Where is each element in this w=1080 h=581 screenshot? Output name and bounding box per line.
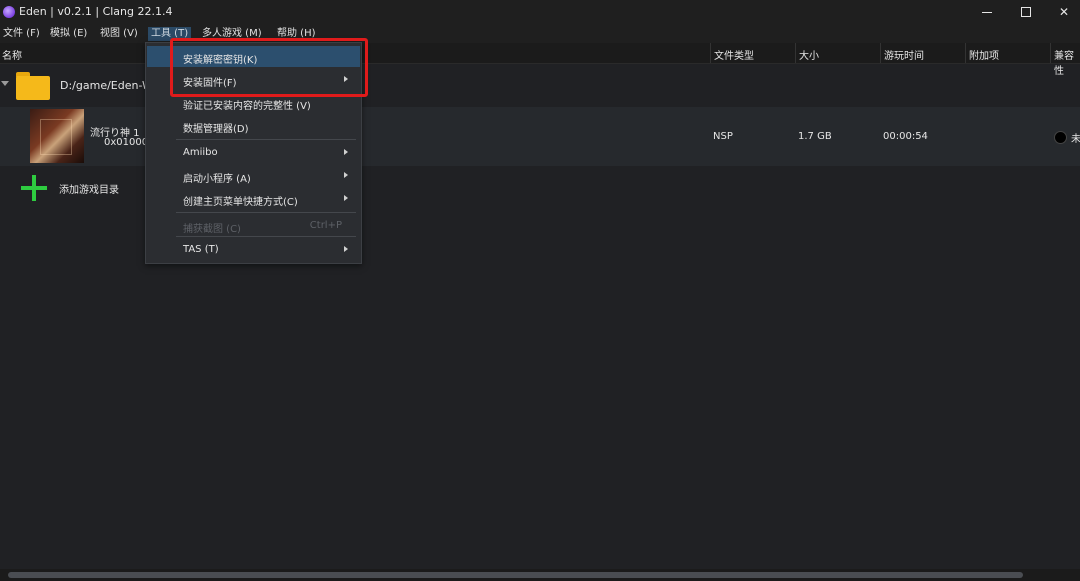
menu-item-label: 数据管理器(D) xyxy=(183,124,249,135)
menu-separator xyxy=(176,236,356,237)
menu-item-label: Amiibo xyxy=(183,147,218,158)
close-button[interactable]: ✕ xyxy=(1046,0,1080,24)
submenu-arrow-icon xyxy=(344,149,348,155)
close-icon: ✕ xyxy=(1058,5,1070,19)
menu-view[interactable]: 视图 (V) xyxy=(97,27,141,41)
column-play-time[interactable]: 游玩时间 xyxy=(884,47,924,62)
expand-arrow-icon[interactable] xyxy=(1,81,9,86)
menu-emulation[interactable]: 模拟 (E) xyxy=(47,27,90,41)
title-bar: Eden | v0.2.1 | Clang 22.1.4 ✕ xyxy=(0,0,1080,24)
column-divider[interactable] xyxy=(880,43,881,63)
add-game-directory[interactable]: 添加游戏目录 xyxy=(59,181,119,196)
column-name[interactable]: 名称 xyxy=(2,47,22,62)
column-divider[interactable] xyxy=(710,43,711,63)
column-file-type[interactable]: 文件类型 xyxy=(714,47,754,62)
column-addons[interactable]: 附加项 xyxy=(969,47,999,62)
submenu-arrow-icon xyxy=(344,172,348,178)
folder-icon xyxy=(16,72,50,100)
menu-tas[interactable]: TAS (T) xyxy=(147,239,360,260)
menu-capture-screenshot: 捕获截图 (C) Ctrl+P xyxy=(147,215,360,236)
column-divider[interactable] xyxy=(795,43,796,63)
menu-data-manager[interactable]: 数据管理器(D) xyxy=(147,115,360,136)
menu-item-label: TAS (T) xyxy=(183,244,219,255)
menu-item-label: 启动小程序 (A) xyxy=(183,174,251,185)
compatibility-text: 未 xyxy=(1071,134,1080,145)
horizontal-scrollbar[interactable] xyxy=(0,569,1080,581)
menu-separator xyxy=(176,139,356,140)
game-play-time: 00:00:54 xyxy=(883,131,928,142)
compatibility-dot-icon xyxy=(1054,131,1067,144)
folder-path: D:/game/Eden-W xyxy=(60,79,153,92)
column-divider[interactable] xyxy=(965,43,966,63)
maximize-icon xyxy=(1021,7,1031,17)
submenu-arrow-icon xyxy=(344,246,348,252)
maximize-button[interactable] xyxy=(1008,0,1044,24)
menu-file[interactable]: 文件 (F) xyxy=(0,27,43,41)
menu-launch-applet[interactable]: 启动小程序 (A) xyxy=(147,165,360,186)
menu-item-label: 验证已安装内容的完整性 (V) xyxy=(183,101,311,112)
game-size: 1.7 GB xyxy=(798,131,832,142)
game-id: 0x01000 xyxy=(104,137,149,148)
menu-amiibo[interactable]: Amiibo xyxy=(147,142,360,163)
game-thumbnail xyxy=(30,109,84,163)
eden-logo-icon xyxy=(3,6,15,18)
annotation-highlight-box xyxy=(170,38,368,97)
column-divider[interactable] xyxy=(1050,43,1051,63)
column-size[interactable]: 大小 xyxy=(799,47,819,62)
menu-item-label: 创建主页菜单快捷方式(C) xyxy=(183,197,298,208)
menu-item-label: 捕获截图 (C) xyxy=(183,224,241,235)
menu-bar: 文件 (F) 模拟 (E) 视图 (V) 工具 (T) 多人游戏 (M) 帮助 … xyxy=(0,24,1080,43)
submenu-arrow-icon xyxy=(344,195,348,201)
menu-create-shortcut[interactable]: 创建主页菜单快捷方式(C) xyxy=(147,188,360,209)
minimize-button[interactable] xyxy=(969,0,1005,24)
scrollbar-thumb[interactable] xyxy=(8,572,1023,578)
plus-icon[interactable] xyxy=(21,175,47,201)
game-file-type: NSP xyxy=(713,131,733,142)
window-title: Eden | v0.2.1 | Clang 22.1.4 xyxy=(19,5,173,18)
menu-shortcut: Ctrl+P xyxy=(309,220,342,231)
menu-separator xyxy=(176,212,356,213)
minimize-icon xyxy=(982,11,992,13)
